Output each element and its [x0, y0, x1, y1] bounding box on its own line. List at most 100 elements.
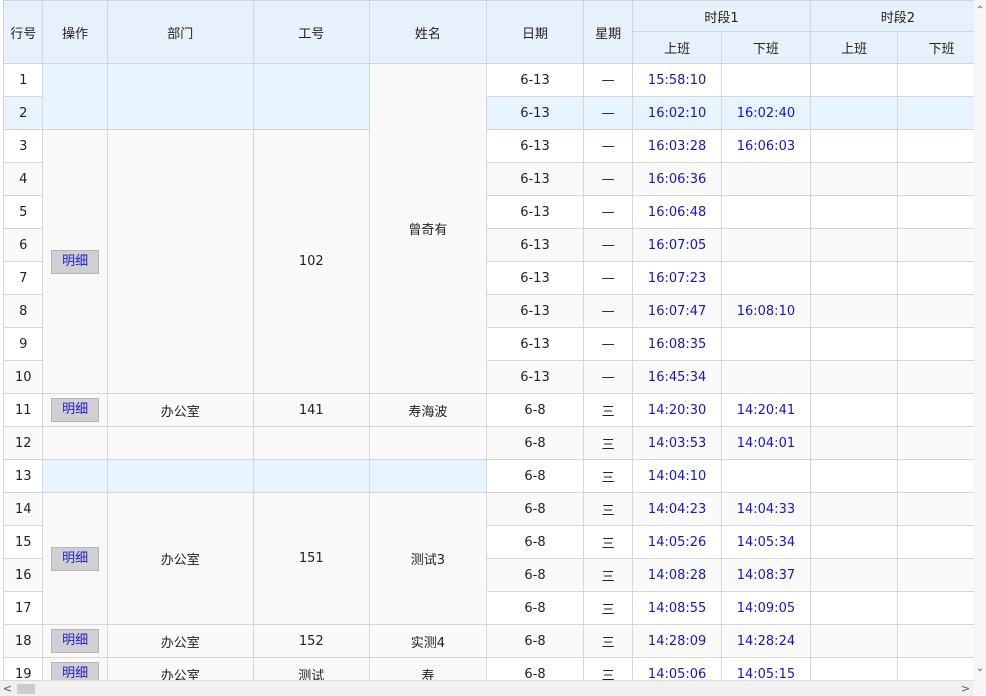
- period2-on-cell: [809, 426, 899, 460]
- scroll-right-icon[interactable]: >: [958, 681, 973, 696]
- table-row[interactable]: 3 明细 102 6-13—16:03:28 16:06:03: [3, 129, 986, 394]
- period2-on-cell: [809, 294, 899, 328]
- dept-cell: [106, 459, 254, 493]
- weekday-cell: —: [583, 63, 634, 97]
- row-number-cell: 6: [3, 228, 44, 262]
- date-cell: 6-13: [485, 294, 585, 328]
- weekday-cell: 三: [583, 558, 634, 592]
- weekday-cell: —: [583, 360, 634, 394]
- detail-button[interactable]: 明细: [51, 629, 100, 653]
- period1-on-cell: 16:45:34: [632, 360, 723, 394]
- period2-off-cell: [897, 327, 986, 361]
- date-cell: 6-13: [485, 96, 585, 130]
- period2-on-cell: [809, 327, 899, 361]
- period1-off-cell: 14:05:15: [721, 657, 811, 680]
- action-cell: [42, 459, 108, 493]
- scroll-thumb[interactable]: [17, 684, 35, 694]
- col-header-action[interactable]: 操作: [42, 0, 108, 64]
- table-row[interactable]: 19 明细 办公室 测试寿 6-8 三 14:05:06 14:05:15: [3, 657, 986, 680]
- period2-off-cell: [897, 96, 986, 130]
- period2-off-cell: [897, 360, 986, 394]
- period2-off-cell: [897, 261, 986, 295]
- col-header-period1-off[interactable]: 下班: [721, 31, 811, 64]
- dept-cell: [106, 426, 254, 460]
- weekday-cell: —: [583, 294, 634, 328]
- period1-on-cell: 14:03:53: [632, 426, 723, 460]
- period2-off-cell: [897, 459, 986, 493]
- period2-off-cell: [897, 624, 986, 658]
- date-cell: 6-8: [485, 393, 585, 427]
- period1-on-cell: 14:28:09: [632, 624, 723, 658]
- col-header-period2[interactable]: 时段2: [809, 0, 986, 32]
- col-header-period2-on[interactable]: 上班: [809, 31, 899, 64]
- period2-off-cell: [897, 228, 986, 262]
- col-header-weekday[interactable]: 星期: [583, 0, 634, 64]
- col-header-dept[interactable]: 部门: [106, 0, 254, 64]
- period2-on-cell: [809, 525, 899, 559]
- col-header-row-no[interactable]: 行号: [3, 0, 44, 64]
- period1-on-cell: 14:05:26: [632, 525, 723, 559]
- vertical-scrollbar[interactable]: ⌃ ⌄: [974, 0, 986, 695]
- weekday-cell: —: [583, 327, 634, 361]
- period1-on-cell: 16:07:23: [632, 261, 723, 295]
- table-row[interactable]: 18 明细 办公室 152 实测4 6-8 三 14:28:09 14:28:24: [3, 624, 986, 658]
- row-number-cell: 14: [3, 492, 44, 526]
- period1-on-cell: 16:07:47: [632, 294, 723, 328]
- period1-off-cell: 14:09:05: [721, 591, 811, 625]
- scroll-left-icon[interactable]: <: [0, 681, 15, 696]
- col-header-period1[interactable]: 时段1: [632, 0, 811, 32]
- detail-button[interactable]: 明细: [51, 249, 100, 274]
- period2-on-cell: [809, 393, 899, 427]
- col-header-date[interactable]: 日期: [485, 0, 585, 64]
- table-row[interactable]: 13 6-8 三 14:04:10: [3, 459, 986, 493]
- dept-cell: 办公室: [106, 393, 254, 427]
- name-cell: [368, 426, 487, 460]
- col-header-emp-no[interactable]: 工号: [252, 0, 370, 64]
- emp-no-cell: 102: [252, 129, 370, 394]
- weekday-cell: 三: [583, 459, 634, 493]
- date-cell: 6-8: [485, 657, 585, 680]
- row-number-cell: 8: [3, 294, 44, 328]
- col-header-period2-off[interactable]: 下班: [897, 31, 986, 64]
- table-row[interactable]: 12 6-8 三 14:03:53 14:04:01: [3, 426, 986, 460]
- period1-off-cell: [721, 459, 811, 493]
- action-cell: 明细: [42, 492, 108, 625]
- period2-on-cell: [809, 657, 899, 680]
- period1-on-cell: 16:08:35: [632, 327, 723, 361]
- period2-off-cell: [897, 426, 986, 460]
- period1-on-cell: 16:07:05: [632, 228, 723, 262]
- detail-button[interactable]: 明细: [51, 398, 100, 422]
- emp-no-cell: [252, 426, 370, 460]
- table-row[interactable]: 14 明细 办公室 151 测试3 6-8 三 14:04:23 14:04:33: [3, 492, 986, 625]
- col-header-name[interactable]: 姓名: [368, 0, 487, 64]
- table-row[interactable]: 11 明细 办公室 141 寿海波 6-8 三 14:20:30 14:20:41: [3, 393, 986, 427]
- action-cell: 明细: [42, 624, 108, 658]
- period1-off-cell: [721, 360, 811, 394]
- period1-on-cell: 16:02:10: [632, 96, 723, 130]
- weekday-cell: —: [583, 261, 634, 295]
- emp-no-cell: 151: [252, 492, 370, 625]
- period2-off-cell: [897, 294, 986, 328]
- weekday-cell: 三: [583, 393, 634, 427]
- period2-off-cell: [897, 657, 986, 680]
- action-cell: 明细: [42, 393, 108, 427]
- horizontal-scrollbar[interactable]: < >: [0, 680, 974, 696]
- row-number-cell: 13: [3, 459, 44, 493]
- detail-button[interactable]: 明细: [51, 546, 100, 571]
- table-header: 行号 操作 部门 工号 姓名 日期 星期 时段1 时段2 上班 下班 上班 下班: [3, 0, 986, 64]
- period2-off-cell: [897, 63, 986, 97]
- name-cell: 实测4: [368, 624, 487, 658]
- detail-button[interactable]: 明细: [51, 662, 100, 680]
- table-row[interactable]: 1 曾奇有 6-13—15:58:10: [3, 63, 986, 394]
- scroll-down-icon[interactable]: ⌄: [974, 662, 986, 676]
- name-cell: 寿: [368, 657, 487, 680]
- row-number-cell: 15: [3, 525, 44, 559]
- period2-on-cell: [809, 591, 899, 625]
- col-header-period1-on[interactable]: 上班: [632, 31, 723, 64]
- period1-on-cell: 15:58:10: [632, 63, 723, 97]
- row-number-cell: 2: [3, 96, 44, 130]
- date-cell: 6-8: [485, 492, 585, 526]
- scroll-up-icon[interactable]: ⌃: [974, 4, 986, 18]
- period2-on-cell: [809, 261, 899, 295]
- date-cell: 6-13: [485, 228, 585, 262]
